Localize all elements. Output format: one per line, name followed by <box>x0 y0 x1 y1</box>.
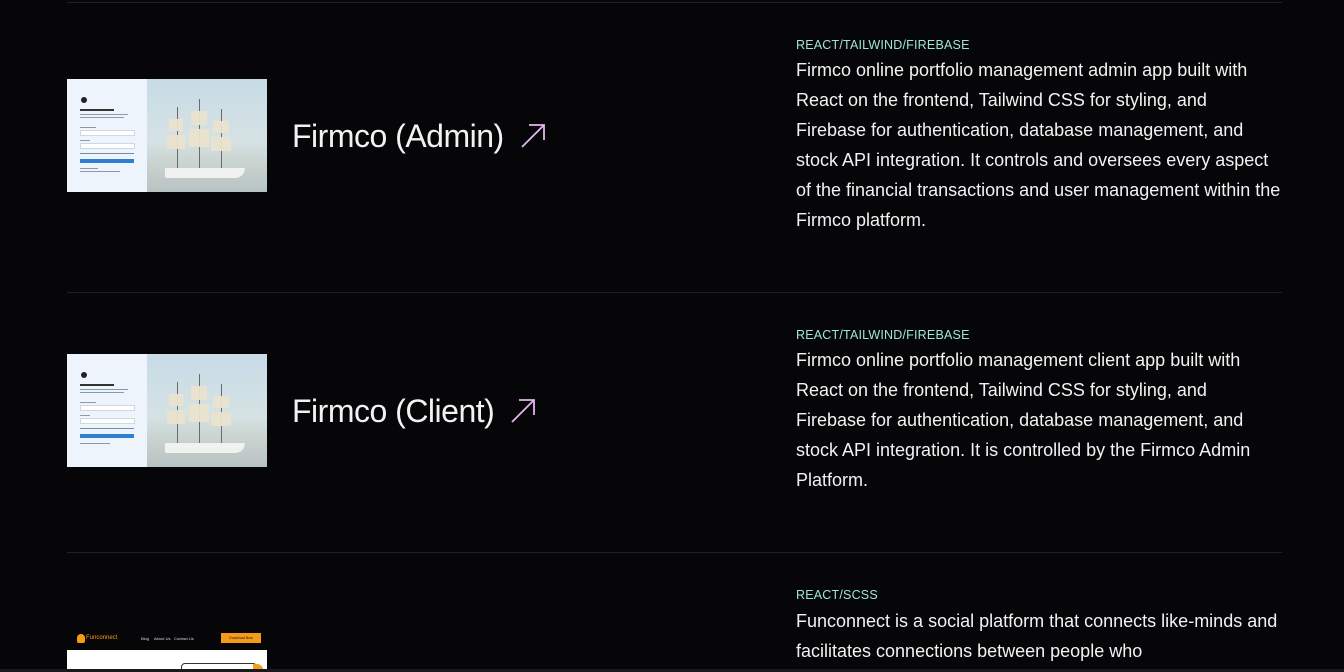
sailing-ship-image <box>147 79 267 192</box>
arrow-up-right-icon[interactable] <box>509 395 539 425</box>
projects-page: Firmco (Admin) REACT/TAILWIND/FIREBASE F… <box>0 0 1344 672</box>
tech-stack-label: REACT/SCSS <box>796 588 878 602</box>
thumbnail-nav-link: Contact Us <box>174 636 194 641</box>
thumbnail-nav-link: Blog <box>141 636 150 641</box>
project-title[interactable]: Firmco (Admin) <box>292 117 504 155</box>
sailing-ship-image <box>147 354 267 467</box>
project-row-firmco-admin: Firmco (Admin) REACT/TAILWIND/FIREBASE F… <box>67 0 1282 292</box>
tech-stack-label: REACT/TAILWIND/FIREBASE <box>796 38 970 52</box>
logo-icon <box>81 372 87 378</box>
project-description: Firmco online portfolio management admin… <box>796 60 1281 230</box>
logo-icon <box>81 97 87 103</box>
thumbnail-navbar: Funconnect Blog About Us Contact Us Down… <box>67 628 267 650</box>
project-thumbnail[interactable]: Funconnect Blog About Us Contact Us Down… <box>67 628 267 672</box>
project-title[interactable]: Firmco (Client) <box>292 392 495 430</box>
project-thumbnail[interactable] <box>67 79 267 192</box>
tech-stack-label: REACT/TAILWIND/FIREBASE <box>796 328 970 342</box>
project-description: Funconnect is a social platform that con… <box>796 611 1278 661</box>
login-form-preview <box>67 354 147 467</box>
project-row-funconnect: Funconnect Blog About Us Contact Us Down… <box>67 552 1282 672</box>
thumbnail-nav-link: About Us <box>154 636 171 641</box>
login-form-preview <box>67 79 147 192</box>
thumbnail-cta: Download Now <box>221 633 261 643</box>
project-row-firmco-client: Firmco (Client) REACT/TAILWIND/FIREBASE … <box>67 292 1282 552</box>
funconnect-logo-icon <box>77 634 85 643</box>
project-description: Firmco online portfolio management clien… <box>796 350 1251 490</box>
arrow-up-right-icon[interactable] <box>519 120 549 150</box>
project-thumbnail[interactable] <box>67 354 267 467</box>
thumbnail-logo-text: Funconnect <box>86 635 118 641</box>
